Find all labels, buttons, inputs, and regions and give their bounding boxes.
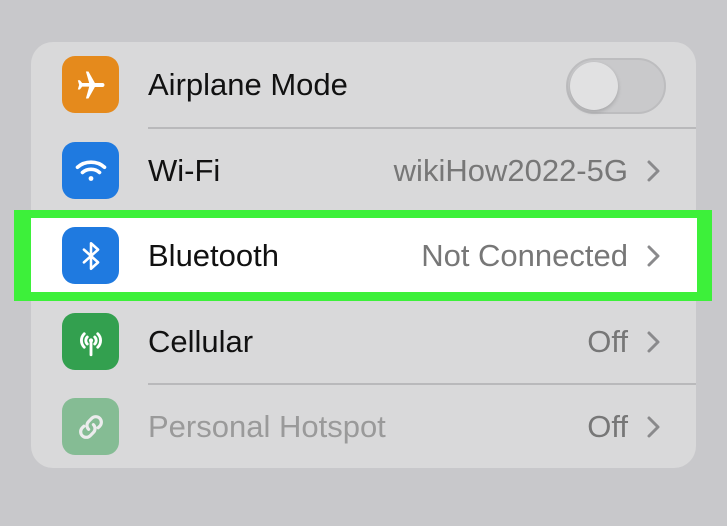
- cellular-row[interactable]: Cellular Off: [31, 299, 696, 384]
- cellular-value: Off: [587, 324, 628, 359]
- chevron-right-icon: [647, 416, 660, 438]
- bluetooth-row[interactable]: Bluetooth Not Connected: [31, 213, 696, 298]
- wifi-network-value: wikiHow2022-5G: [393, 153, 628, 188]
- personal-hotspot-value: Off: [587, 409, 628, 444]
- bluetooth-label: Bluetooth: [148, 238, 279, 273]
- airplane-mode-toggle[interactable]: [566, 58, 666, 114]
- chevron-right-icon: [647, 245, 660, 267]
- chevron-right-icon: [647, 160, 660, 182]
- airplane-icon: [62, 56, 119, 113]
- wifi-row[interactable]: Wi-Fi wikiHow2022-5G: [31, 128, 696, 213]
- wifi-icon: [62, 142, 119, 199]
- bluetooth-icon: [62, 227, 119, 284]
- cellular-label: Cellular: [148, 324, 254, 359]
- hotspot-link-icon: [62, 398, 119, 455]
- personal-hotspot-label: Personal Hotspot: [148, 409, 386, 444]
- cellular-antenna-icon: [62, 313, 119, 370]
- personal-hotspot-row[interactable]: Personal Hotspot Off: [31, 384, 696, 468]
- airplane-mode-label: Airplane Mode: [148, 67, 348, 102]
- bluetooth-status-value: Not Connected: [421, 238, 628, 273]
- toggle-knob: [570, 62, 618, 110]
- wifi-label: Wi-Fi: [148, 153, 221, 188]
- airplane-mode-row[interactable]: Airplane Mode: [31, 42, 696, 127]
- chevron-right-icon: [647, 331, 660, 353]
